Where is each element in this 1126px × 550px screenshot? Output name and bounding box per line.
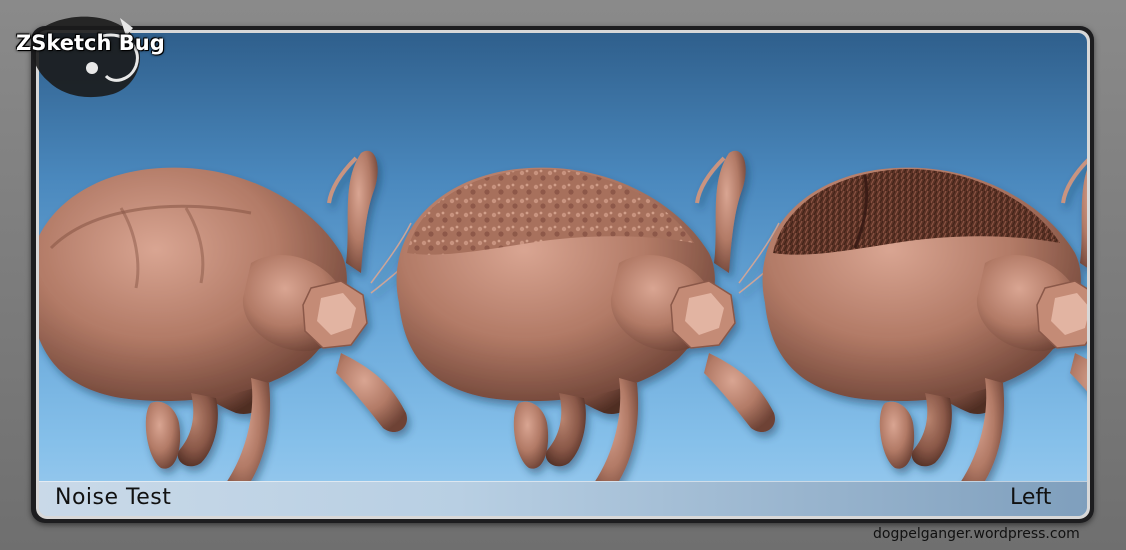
- bug-render-smooth: [39, 148, 424, 503]
- bug-renders: [39, 148, 1087, 503]
- bug-render-fur: [760, 148, 1087, 503]
- bug-render-noise: [394, 148, 791, 503]
- footer-url: dogpelganger.wordpress.com: [873, 526, 1080, 542]
- render-viewport: [39, 33, 1087, 516]
- logo-emblem: [31, 16, 141, 98]
- caption-right: Left: [1010, 485, 1052, 510]
- caption-bar: [39, 481, 1087, 516]
- caption-left: Noise Test: [55, 485, 172, 510]
- page-title: ZSketch Bug: [16, 31, 165, 55]
